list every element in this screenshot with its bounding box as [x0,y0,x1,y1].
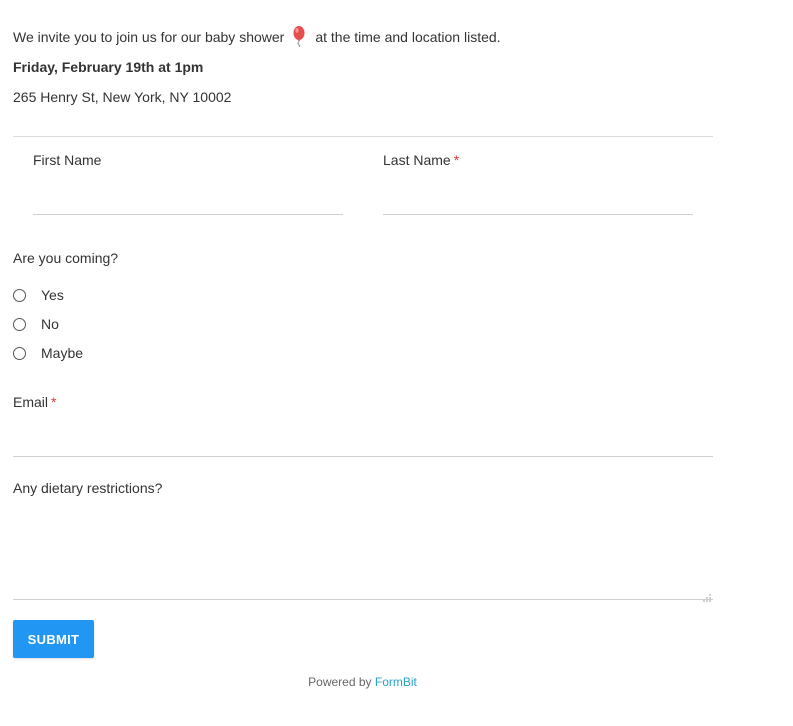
last-name-label: Last Name * [383,152,459,168]
brand-link[interactable]: FormBit [375,675,417,689]
first-name-label: First Name [33,152,101,168]
divider [13,136,713,137]
radio-label-maybe: Maybe [41,345,84,361]
invitation-text: We invite you to join us for our baby sh… [13,26,501,48]
event-date-time: Friday, February 19th at 1pm [13,59,204,75]
submit-button[interactable]: SUBMIT [13,620,94,658]
radio-label-no: No [41,316,59,332]
radio-button-maybe[interactable] [13,346,26,360]
invitation-text-start: We invite you to join us for our baby sh… [13,29,285,45]
first-name-label-text: First Name [33,152,102,168]
email-label-text: Email [13,394,49,410]
email-label: Email * [13,394,56,410]
radio-option-maybe[interactable]: Maybe [13,345,83,361]
radio-option-no[interactable]: No [13,316,59,332]
radio-option-yes[interactable]: Yes [13,287,64,303]
powered-by-text: Powered by [308,675,372,689]
dietary-label: Any dietary restrictions? [13,480,163,496]
required-marker: * [51,394,57,410]
last-name-label-text: Last Name [383,152,451,168]
radio-button-yes[interactable] [13,288,26,302]
attendance-question: Are you coming? [13,250,119,266]
balloon-icon [289,25,309,48]
resize-grip-icon[interactable] [703,589,711,602]
last-name-input[interactable] [383,190,693,215]
event-address: 265 Henry St, New York, NY 10002 [13,89,232,105]
invitation-text-end: at the time and location listed. [315,29,501,45]
radio-label-yes: Yes [41,287,64,303]
email-input[interactable] [13,432,713,457]
radio-button-no[interactable] [13,317,26,331]
required-marker: * [453,152,460,168]
powered-by-footer: Powered by FormBit [0,675,725,689]
first-name-input[interactable] [33,190,343,215]
dietary-textarea[interactable] [13,505,713,602]
